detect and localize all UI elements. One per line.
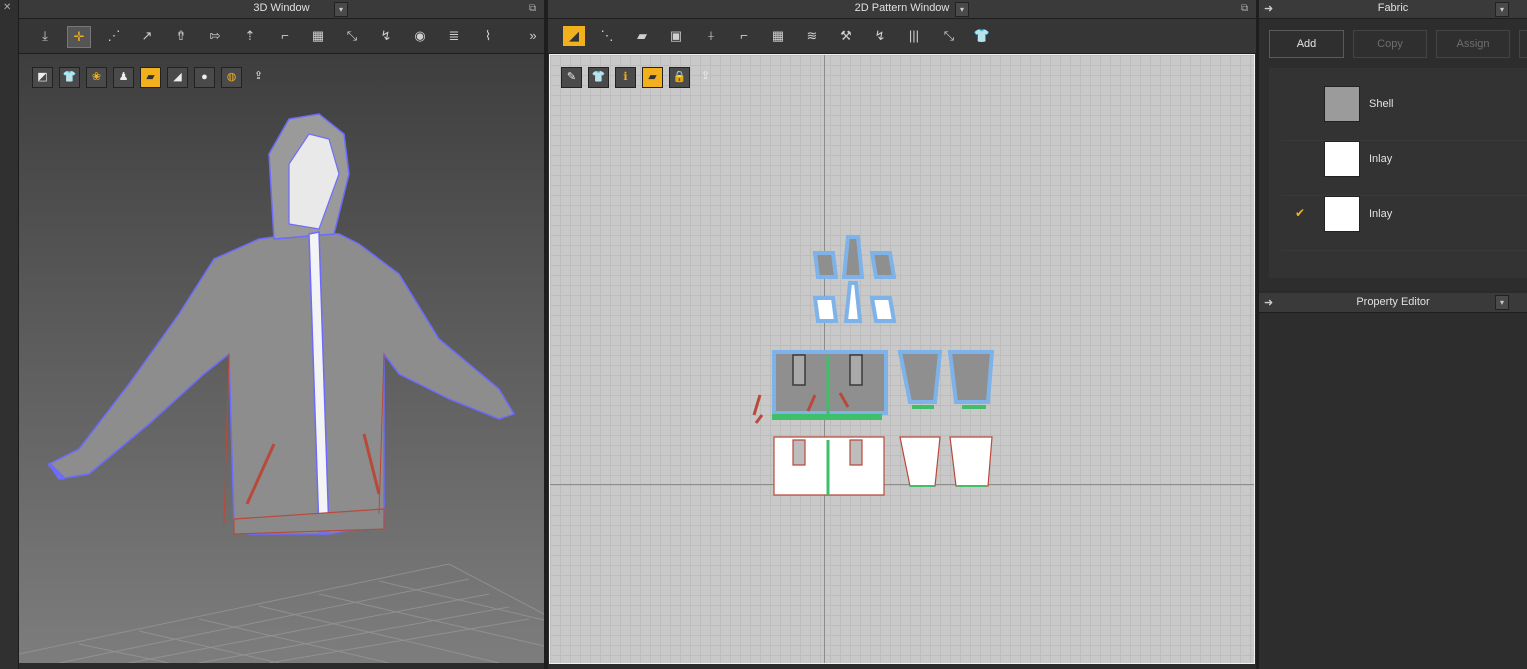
simulation-icon[interactable]: ⤓ <box>34 26 56 46</box>
fabric-panel-titlebar: ➜ Fabric ▾ <box>1259 0 1527 19</box>
copy-fabric-button[interactable]: Copy <box>1353 30 1427 58</box>
pattern-pieces <box>752 235 995 496</box>
tack-icon[interactable]: ▦ <box>307 26 329 46</box>
avatar-view-icon[interactable]: ◩ <box>32 67 53 88</box>
pleats-icon[interactable]: ||| <box>903 26 925 46</box>
window-2d-undock-icon[interactable]: ⧉ <box>1241 3 1248 14</box>
fabric-name: Inlay <box>1369 208 1393 220</box>
measure-icon[interactable]: ≣ <box>443 26 465 46</box>
seam-icon[interactable]: ⌐ <box>733 26 755 46</box>
internal-line-icon[interactable]: ⍭ <box>700 26 722 46</box>
property-editor-panel <box>1259 313 1527 669</box>
window-2d-menu-dropdown[interactable]: ▾ <box>955 2 969 17</box>
fabric-panel-dropdown[interactable]: ▾ <box>1495 2 1509 17</box>
window-2d-toolbar: ◢ ⋱ ▰ ▣ ⍭ ⌐ ▦ ≋ ⚒ ↯ ||| ⤡ 👕 <box>548 19 1256 54</box>
more-fabric-button[interactable] <box>1519 30 1527 58</box>
textures-icon[interactable]: ❀ <box>86 67 107 88</box>
fold-icon[interactable]: ≋ <box>801 26 823 46</box>
window-3d-toolbar: ⤓ ✛ ⋰ ↗ ⇮ ⇰ ⇡ ⌐ ▦ ⤡ ↯ ◉ ≣ ⌇ » <box>19 19 544 54</box>
measure-icon[interactable]: ⤡ <box>938 26 960 46</box>
select-move-icon[interactable]: ✛ <box>67 26 91 48</box>
pin-icon[interactable]: ⌐ <box>274 26 296 46</box>
fabric-panel-title: Fabric <box>1377 2 1409 14</box>
fabric-view-icon[interactable]: ▰ <box>140 67 161 88</box>
fabric-list-item[interactable]: Inlay <box>1281 141 1527 196</box>
edit-curve-icon[interactable]: ↯ <box>375 26 397 46</box>
viewport-3d-scene <box>19 113 544 663</box>
lighting-icon[interactable]: ◢ <box>167 67 188 88</box>
rectangle-icon[interactable]: ▣ <box>665 26 687 46</box>
fabric-view-icon-2d[interactable]: ▰ <box>642 67 663 88</box>
fabric-list-item[interactable]: Shell <box>1281 86 1527 141</box>
garment-icon[interactable]: 👕 <box>971 26 993 46</box>
fabric-swatch <box>1324 196 1360 232</box>
add-fabric-button[interactable]: Add <box>1269 30 1344 58</box>
fabric-name: Inlay <box>1369 153 1393 165</box>
assign-fabric-button[interactable]: Assign <box>1436 30 1510 58</box>
lock-icon[interactable]: 🔒 <box>669 67 690 88</box>
pencil-icon[interactable]: ✎ <box>561 67 582 88</box>
viewport-3d[interactable] <box>19 54 544 663</box>
grid-icon[interactable]: ▦ <box>767 26 789 46</box>
fabric-swatch <box>1324 141 1360 177</box>
sewing-icon[interactable]: ⚒ <box>835 26 857 46</box>
window-3d-undock-icon[interactable]: ⧉ <box>529 3 536 14</box>
left-gutter: ✕ <box>0 0 19 669</box>
fold-icon[interactable]: ⤡ <box>341 26 363 46</box>
viewport-2d[interactable] <box>549 54 1255 664</box>
garment-view-icon-2d[interactable]: 👕 <box>588 67 609 88</box>
property-editor-title: Property Editor <box>1356 296 1430 308</box>
hide-avatar-icon[interactable]: ● <box>194 67 215 88</box>
garment-view-icon[interactable]: 👕 <box>59 67 80 88</box>
window-2d-titlebar: 2D Pattern Window ▾ ⧉ <box>548 0 1256 19</box>
export-icon[interactable]: ⇪ <box>249 67 268 86</box>
zipper-icon[interactable]: ⌇ <box>477 26 499 46</box>
strengthen-icon[interactable]: ◉ <box>409 26 431 46</box>
fabric-list-item[interactable]: ✔ Inlay <box>1281 196 1527 251</box>
splitter-3d-2d[interactable] <box>544 0 548 669</box>
property-editor-dropdown[interactable]: ▾ <box>1495 295 1509 310</box>
move-icon[interactable]: ⇰ <box>204 26 226 46</box>
window-3d-title: 3D Window <box>253 2 310 14</box>
window-3d-titlebar: 3D Window ▾ ⧉ <box>19 0 544 19</box>
check-icon: ✔ <box>1295 206 1306 220</box>
fabric-swatch <box>1324 86 1360 122</box>
close-icon[interactable]: ✕ <box>3 2 11 13</box>
edit-pattern-icon[interactable]: ⋰ <box>103 26 125 46</box>
fold-arrangement-icon[interactable]: ⇮ <box>170 26 192 46</box>
property-editor-titlebar: ➜ Property Editor ▾ <box>1259 293 1527 313</box>
polygon-icon[interactable]: ▰ <box>631 26 653 46</box>
expand-icon[interactable]: » <box>522 26 544 46</box>
window-2d-title: 2D Pattern Window <box>854 2 950 14</box>
info-icon[interactable]: ℹ <box>615 67 636 88</box>
edit-point-icon[interactable]: ↗ <box>136 26 158 46</box>
export-icon-2d[interactable]: ⇪ <box>696 67 715 86</box>
fabric-name: Shell <box>1369 98 1394 110</box>
transform-pattern-icon[interactable]: ◢ <box>563 26 585 46</box>
arrangement-icon[interactable]: ⇡ <box>239 26 261 46</box>
edit-point-icon[interactable]: ⋱ <box>596 26 618 46</box>
tack-icon[interactable]: ↯ <box>869 26 891 46</box>
gizmo-icon[interactable]: ◍ <box>221 67 242 88</box>
window-3d-menu-dropdown[interactable]: ▾ <box>334 2 348 17</box>
avatar-icon[interactable]: ♟ <box>113 67 134 88</box>
